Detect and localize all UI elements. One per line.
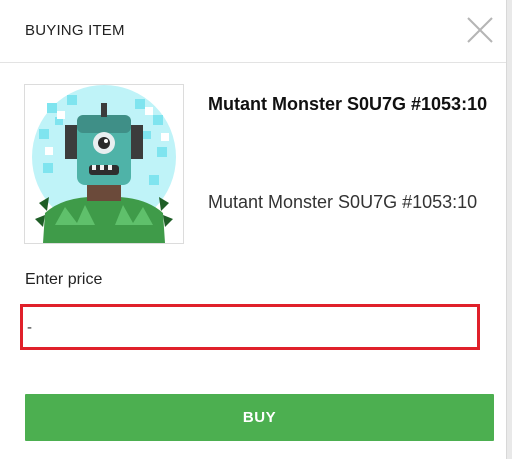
price-input[interactable] (20, 304, 480, 350)
close-icon[interactable] (464, 14, 496, 46)
price-label: Enter price (25, 271, 103, 288)
item-image (24, 84, 184, 244)
item-name: Mutant Monster S0U7G #1053:10 (208, 94, 488, 114)
item-description: Mutant Monster S0U7G #1053:10 (208, 192, 478, 212)
buy-button[interactable]: BUY (25, 394, 494, 441)
modal-header: BUYING ITEM (0, 0, 506, 63)
modal-title: BUYING ITEM (25, 22, 125, 39)
buy-item-modal: BUYING ITEM Mutant Monster S0U7G #1053:1… (0, 0, 507, 459)
